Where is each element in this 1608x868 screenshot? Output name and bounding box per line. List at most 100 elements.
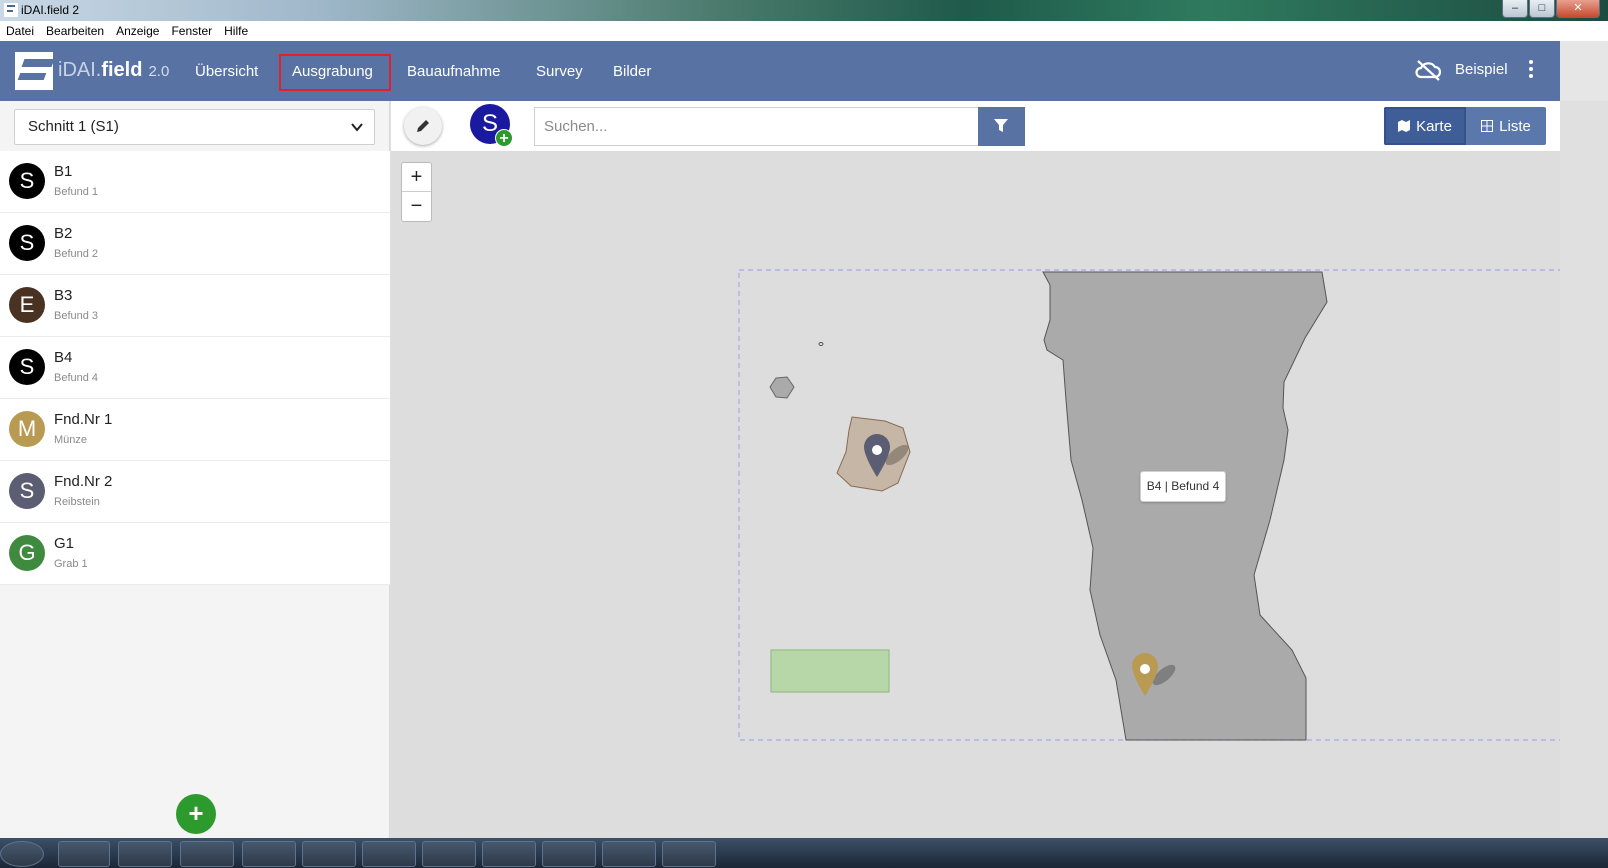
- map-canvas[interactable]: [391, 152, 1560, 838]
- list-item[interactable]: S B2 Befund 2: [0, 213, 390, 275]
- taskbar-item[interactable]: [482, 841, 536, 867]
- list-item-subtitle: Münze: [54, 434, 88, 446]
- feature-g1-polygon[interactable]: [770, 649, 890, 693]
- nav-tab-bauaufnahme[interactable]: Bauaufnahme: [407, 61, 500, 83]
- list-item-title: B3: [54, 287, 73, 304]
- list-item-subtitle: Befund 1: [54, 186, 99, 198]
- document-list: S B1 Befund 1 S B2 Befund 2 E B3 Befund …: [0, 151, 390, 585]
- trench-selector-value: Schnitt 1 (S1): [28, 118, 119, 135]
- map-icon: [1398, 120, 1411, 132]
- window-edge: [1560, 41, 1608, 101]
- map-tooltip: B4 | Befund 4: [1140, 471, 1226, 502]
- nav-tab-bilder[interactable]: Bilder: [613, 61, 651, 83]
- marker-dot: [872, 445, 882, 455]
- feature-b4-polygon[interactable]: [1042, 271, 1328, 741]
- list-item-title: Fnd.Nr 2: [54, 473, 113, 490]
- marker-dot: [1140, 664, 1150, 674]
- menu-hilfe[interactable]: Hilfe: [224, 24, 248, 38]
- list-item-title: B1: [54, 163, 73, 180]
- avatar: S: [9, 349, 45, 385]
- map-view-label: Karte: [1416, 117, 1452, 135]
- zoom-out-button[interactable]: −: [402, 192, 431, 221]
- window-controls: – □ ✕: [1502, 0, 1600, 18]
- list-item-subtitle: Befund 2: [54, 248, 99, 260]
- map-view-button[interactable]: Karte: [1384, 107, 1466, 145]
- window-titlebar: iDAI.field 2 – □ ✕: [0, 0, 1608, 21]
- taskbar-item[interactable]: [362, 841, 416, 867]
- avatar: S: [9, 163, 45, 199]
- edit-button[interactable]: [404, 107, 442, 145]
- taskbar-item[interactable]: [422, 841, 476, 867]
- zoom-control: + −: [401, 162, 432, 222]
- project-name[interactable]: Beispiel: [1455, 61, 1508, 78]
- pencil-icon: [417, 120, 429, 132]
- os-taskbar: [0, 838, 1608, 868]
- feature-small-polygon[interactable]: [769, 376, 795, 399]
- add-document-button[interactable]: +: [176, 794, 216, 834]
- map-shapes: [738, 269, 1560, 741]
- list-item[interactable]: E B3 Befund 3: [0, 275, 390, 337]
- cloud-off-icon[interactable]: [1414, 59, 1442, 81]
- taskbar-item[interactable]: [662, 841, 716, 867]
- taskbar-item[interactable]: [180, 841, 234, 867]
- nav-tab-survey[interactable]: Survey: [536, 61, 583, 83]
- menu-bearbeiten[interactable]: Bearbeiten: [46, 24, 104, 38]
- avatar: S: [9, 473, 45, 509]
- search-input[interactable]: [534, 107, 978, 146]
- list-item[interactable]: M Fnd.Nr 1 Münze: [0, 399, 390, 461]
- list-item-subtitle: Befund 3: [54, 310, 99, 322]
- trench-selector[interactable]: Schnitt 1 (S1): [14, 109, 375, 145]
- menu-fenster[interactable]: Fenster: [171, 24, 212, 38]
- list-item-title: G1: [54, 535, 75, 552]
- list-item-title: B2: [54, 225, 73, 242]
- table-icon: [1481, 120, 1494, 132]
- taskbar-item[interactable]: [542, 841, 596, 867]
- app-icon: [4, 3, 18, 17]
- view-mode-toggle: Karte Liste: [1384, 107, 1546, 145]
- zoom-in-button[interactable]: +: [402, 163, 431, 192]
- list-item-title: Fnd.Nr 1: [54, 411, 113, 428]
- logo-text-light: iDAI.: [58, 59, 102, 81]
- avatar: S: [9, 225, 45, 261]
- menu-anzeige[interactable]: Anzeige: [116, 24, 159, 38]
- list-item-title: B4: [54, 349, 73, 366]
- taskbar-item[interactable]: [302, 841, 356, 867]
- list-item-subtitle: Grab 1: [54, 558, 88, 570]
- app-logo-text: iDAI.field 2.0: [58, 59, 169, 82]
- logo-text-bold: field: [101, 59, 143, 81]
- more-options-icon[interactable]: [1527, 60, 1535, 82]
- nav-tab-ausgrabung[interactable]: Ausgrabung: [292, 61, 373, 83]
- minimize-button[interactable]: –: [1502, 0, 1528, 18]
- menu-datei[interactable]: Datei: [6, 24, 34, 38]
- logo-mark-icon: [15, 52, 55, 90]
- list-view-button[interactable]: Liste: [1466, 107, 1546, 145]
- avatar: G: [9, 535, 45, 571]
- app-logo[interactable]: [15, 52, 55, 90]
- menubar: Datei Bearbeiten Anzeige Fenster Hilfe: [0, 21, 1608, 41]
- window-title: iDAI.field 2: [21, 3, 80, 17]
- feature-point[interactable]: [818, 342, 824, 346]
- list-item[interactable]: S Fnd.Nr 2 Reibstein: [0, 461, 390, 523]
- list-item[interactable]: S B1 Befund 1: [0, 151, 390, 213]
- close-button[interactable]: ✕: [1556, 0, 1600, 18]
- avatar: E: [9, 287, 45, 323]
- taskbar-item[interactable]: [602, 841, 656, 867]
- filter-icon: [994, 119, 1008, 132]
- list-item-subtitle: Reibstein: [54, 496, 100, 508]
- list-view-label: Liste: [1499, 117, 1531, 135]
- list-item[interactable]: G G1 Grab 1: [0, 523, 390, 585]
- plus-icon: +: [495, 129, 513, 147]
- document-sidebar: Schnitt 1 (S1) S B1 Befund 1 S B2 Befund…: [0, 101, 390, 838]
- taskbar-item[interactable]: [242, 841, 296, 867]
- start-button[interactable]: [0, 841, 44, 867]
- maximize-button[interactable]: □: [1529, 0, 1555, 18]
- list-item-subtitle: Befund 4: [54, 372, 99, 384]
- app-version: 2.0: [148, 63, 170, 80]
- filter-button[interactable]: [978, 107, 1025, 146]
- taskbar-item[interactable]: [58, 841, 110, 867]
- list-item[interactable]: S B4 Befund 4: [0, 337, 390, 399]
- chevron-down-icon: [351, 123, 363, 132]
- avatar: M: [9, 411, 45, 447]
- nav-tab-uebersicht[interactable]: Übersicht: [195, 61, 258, 83]
- taskbar-item[interactable]: [118, 841, 172, 867]
